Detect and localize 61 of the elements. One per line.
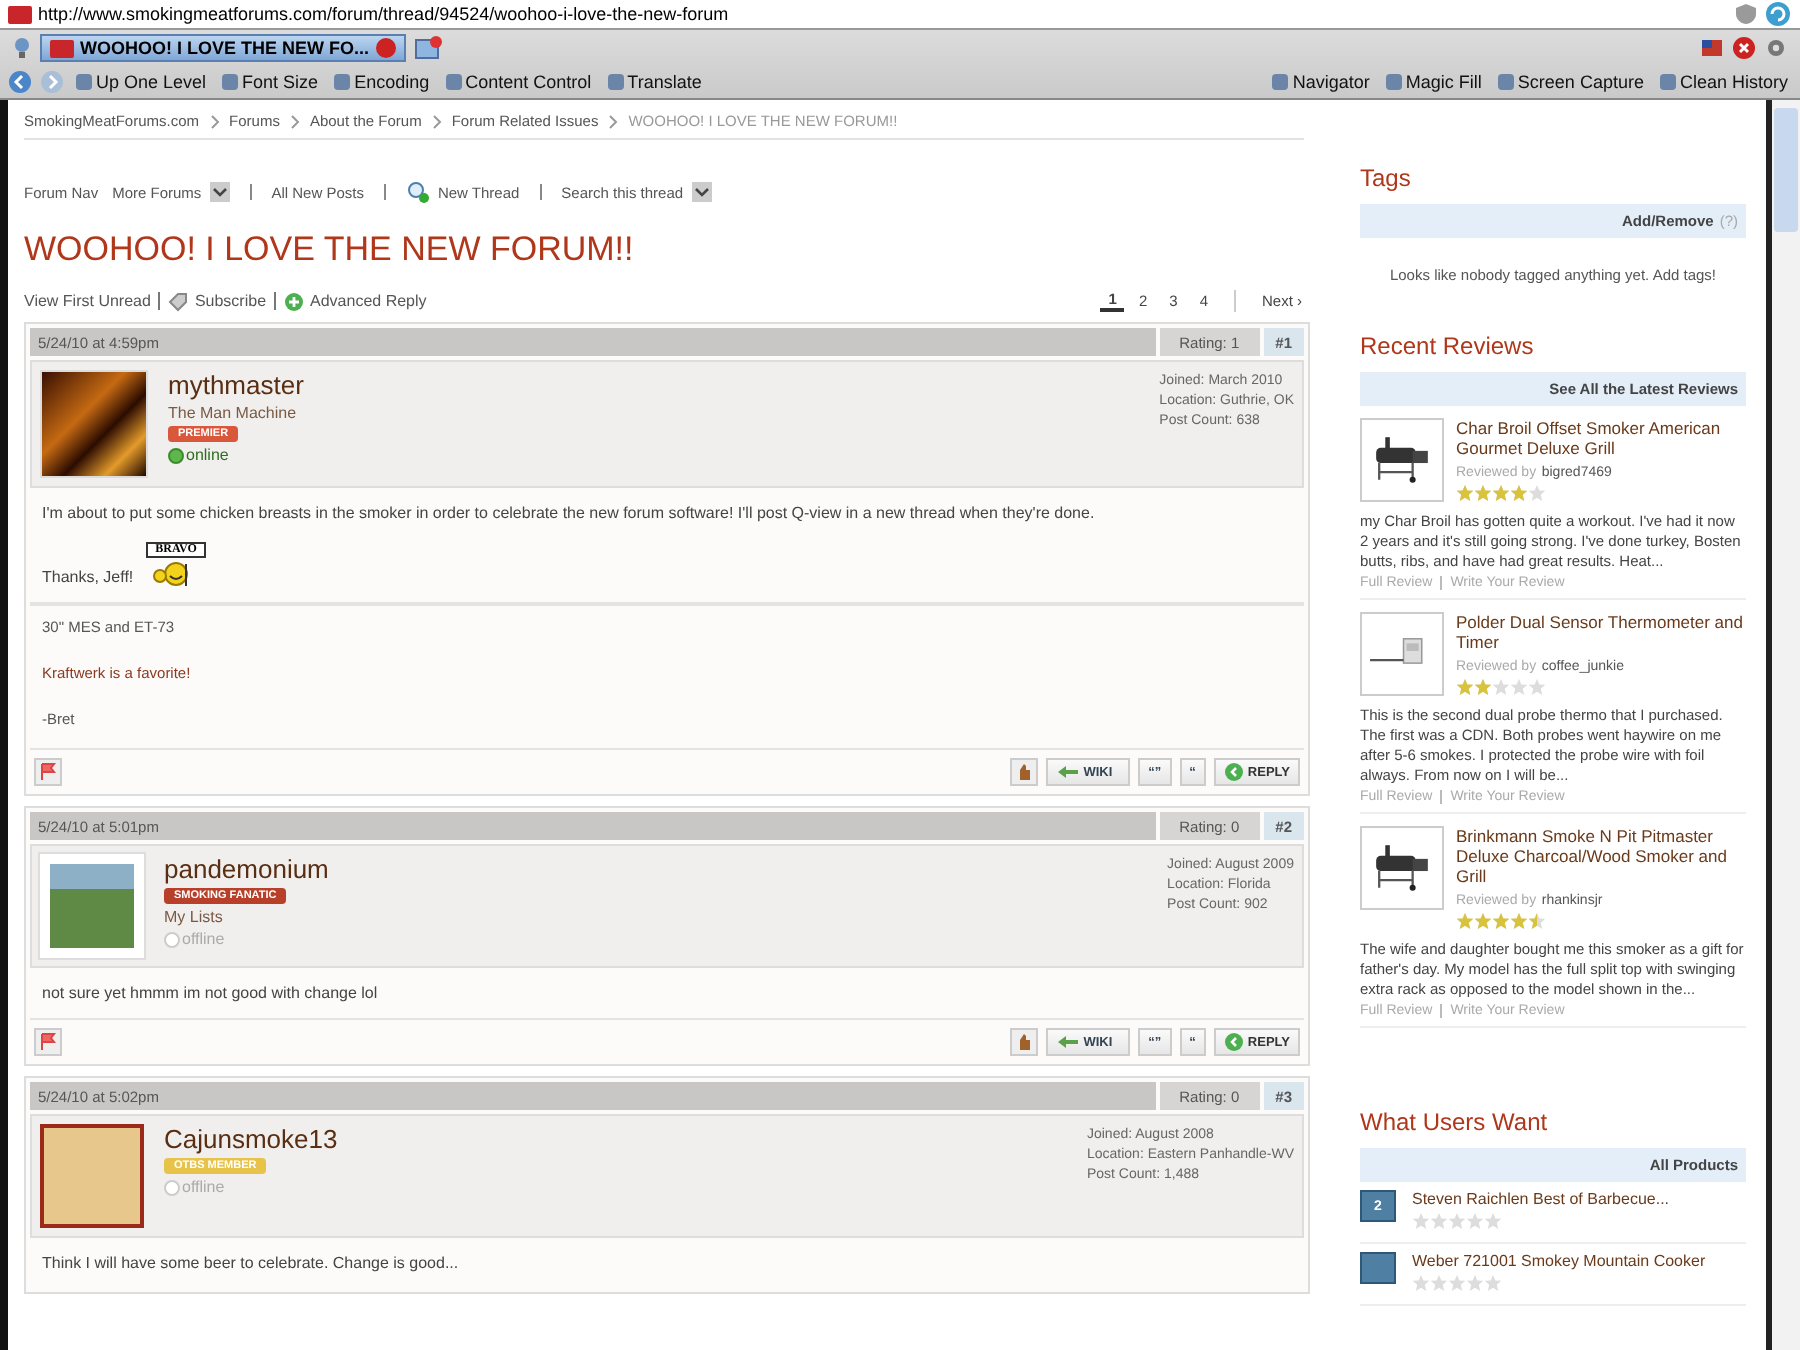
toolbar-button[interactable]: Translate bbox=[603, 72, 706, 92]
section-heading: What Users Want bbox=[1360, 1108, 1550, 1136]
close-icon[interactable] bbox=[1732, 36, 1756, 60]
chevron-icon bbox=[608, 113, 619, 129]
username-link[interactable]: pandemonium bbox=[164, 854, 329, 884]
dropdown-arrow-icon[interactable] bbox=[209, 182, 230, 202]
chevron-icon bbox=[289, 113, 300, 129]
flag-icon[interactable] bbox=[1700, 36, 1724, 60]
post-text: Thanks, Jeff! bbox=[42, 568, 134, 586]
chevron-icon bbox=[431, 113, 442, 129]
thread-action-link[interactable]: Advanced Reply bbox=[310, 292, 427, 310]
tag-icon bbox=[168, 291, 189, 311]
toolbar-button[interactable]: Encoding bbox=[330, 72, 434, 92]
back-icon[interactable] bbox=[8, 70, 32, 94]
product-thumbnail[interactable] bbox=[1360, 826, 1444, 910]
username-link[interactable]: mythmaster bbox=[168, 370, 304, 400]
product-link[interactable]: Polder Dual Sensor Thermometer and Timer bbox=[1456, 612, 1746, 652]
product-link[interactable]: Brinkmann Smoke N Pit Pitmaster Deluxe Charcoal/Wood Smoker and Grill bbox=[1456, 826, 1746, 886]
post-text: Think I will have some beer to celebrate. Change is good... bbox=[42, 1254, 461, 1272]
magnifier-plus-icon bbox=[405, 180, 430, 204]
product-link[interactable]: Weber 721001 Smokey Mountain Cooker bbox=[1412, 1252, 1706, 1270]
user-title: The Man Machine bbox=[168, 404, 297, 422]
thread-action-link[interactable]: Subscribe bbox=[194, 292, 267, 310]
section-heading: Tags bbox=[1360, 164, 1413, 192]
toolbar-button[interactable]: Font Size bbox=[218, 72, 323, 92]
post-text: I'm about to put some chicken breasts in the smoker in order to celebrate the new forum software! I'll post Q-view in a new thread when they're done. bbox=[42, 504, 1097, 522]
browser-tab[interactable]: WOOHOO! I LOVE THE NEW FO... bbox=[40, 34, 405, 62]
chevron-icon bbox=[209, 113, 220, 129]
new-tab-icon[interactable] bbox=[413, 36, 441, 60]
username-link[interactable]: Cajunsmoke13 bbox=[164, 1124, 338, 1154]
toolbar-button[interactable]: Magic Fill bbox=[1381, 72, 1486, 92]
toolbar-button[interactable]: Screen Capture bbox=[1493, 72, 1648, 92]
product-link[interactable]: Steven Raichlen Best of Barbecue... bbox=[1412, 1190, 1670, 1208]
status-text: offline bbox=[182, 930, 225, 948]
site-favicon bbox=[8, 5, 32, 23]
toolbar-button[interactable]: Up One Level bbox=[72, 72, 211, 92]
section-heading: Recent Reviews bbox=[1360, 332, 1536, 360]
thread-title: WOOHOO! I LOVE THE NEW FORUM!! bbox=[24, 230, 636, 270]
scrollbar[interactable] bbox=[1766, 100, 1800, 1350]
report-flag-icon[interactable] bbox=[34, 758, 62, 786]
plus-circle-icon bbox=[284, 291, 305, 311]
status-text: online bbox=[186, 446, 229, 464]
thread-action-link[interactable]: View First Unread bbox=[24, 292, 151, 310]
refresh-icon[interactable] bbox=[1764, 0, 1792, 28]
arrow-icon bbox=[1055, 764, 1080, 780]
toolbar-button[interactable]: Clean History bbox=[1655, 72, 1792, 92]
lightbulb-icon[interactable] bbox=[12, 36, 32, 60]
status-text: offline bbox=[182, 1178, 225, 1196]
toolbar-button[interactable]: Content Control bbox=[441, 72, 596, 92]
arrow-icon bbox=[1055, 1034, 1080, 1050]
product-thumbnail[interactable] bbox=[1360, 418, 1444, 502]
post-text: not sure yet hmmm im not good with change lol bbox=[42, 984, 380, 1002]
rank-square bbox=[1360, 1252, 1396, 1284]
dropdown-arrow-icon[interactable] bbox=[691, 182, 712, 202]
product-thumbnail[interactable] bbox=[1360, 612, 1444, 696]
user-lists-link[interactable]: My Lists bbox=[164, 908, 223, 926]
toolbar-button[interactable]: Navigator bbox=[1268, 72, 1374, 92]
thumbs-up-icon[interactable] bbox=[1009, 1028, 1038, 1056]
report-flag-icon[interactable] bbox=[34, 1028, 62, 1056]
product-link[interactable]: Char Broil Offset Smoker American Gourmet Deluxe Grill bbox=[1456, 418, 1746, 458]
thumbs-up-icon[interactable] bbox=[1009, 758, 1038, 786]
